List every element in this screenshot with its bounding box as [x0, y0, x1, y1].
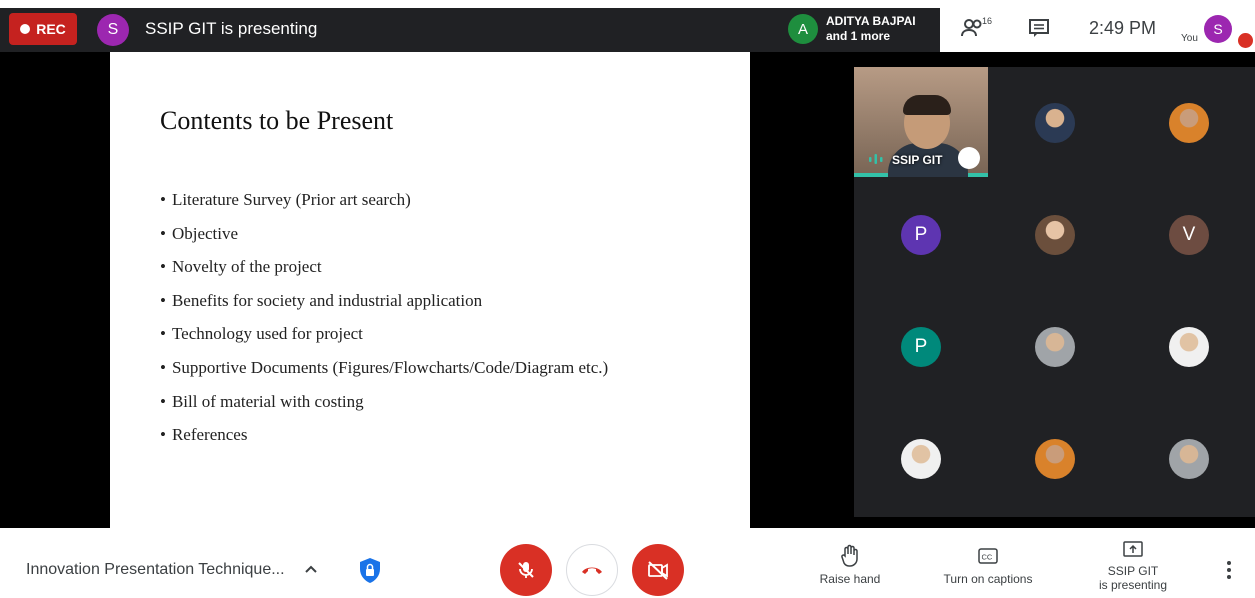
slide-bullet: Benefits for society and industrial appl… — [160, 289, 608, 323]
slide-bullet-list: Literature Survey (Prior art search) Obj… — [160, 188, 608, 457]
bottom-bar: Innovation Presentation Technique... Rai… — [0, 528, 1255, 598]
participant-photo — [1169, 327, 1209, 367]
participant-tile-featured[interactable]: SSIP GIT — [854, 67, 988, 179]
active-speaker-chip[interactable]: A ADITYA BAJPAI and 1 more — [782, 8, 940, 50]
speaker-more: and 1 more — [826, 29, 891, 43]
presenting-label-line2: is presenting — [1098, 578, 1168, 592]
slide-title: Contents to be Present — [160, 106, 394, 135]
participant-photo — [1035, 215, 1075, 255]
slide-bullet: Bill of material with costing — [160, 390, 608, 424]
chat-icon — [1029, 19, 1049, 37]
video-person-hair — [903, 95, 951, 115]
captions-button[interactable]: CC Turn on captions — [935, 544, 1041, 586]
slide-bullet: References — [160, 423, 608, 457]
presenting-label-line1: SSIP GIT — [1107, 564, 1159, 578]
speaker-avatar: A — [788, 14, 818, 44]
more-options-icon[interactable] — [1219, 558, 1239, 582]
participant-photo — [901, 439, 941, 479]
participant-photo — [1169, 103, 1209, 143]
featured-video: SSIP GIT — [854, 67, 988, 177]
camera-toggle-button[interactable] — [632, 544, 684, 596]
meet-window: REC S SSIP GIT is presenting A ADITYA BA… — [0, 0, 1255, 598]
participants-button[interactable]: 16 — [960, 16, 994, 40]
self-avatar[interactable]: S — [1204, 15, 1232, 43]
chat-button[interactable] — [1028, 17, 1050, 39]
featured-name: SSIP GIT — [892, 153, 943, 167]
hand-raised-icon — [958, 147, 980, 169]
mic-off-indicator-icon — [1238, 33, 1253, 48]
slide-bullet: Literature Survey (Prior art search) — [160, 188, 608, 222]
participant-tile[interactable] — [1122, 67, 1255, 179]
participant-tile[interactable] — [988, 179, 1122, 291]
hang-up-icon — [582, 567, 602, 574]
host-controls-shield-icon[interactable] — [358, 556, 382, 584]
people-icon: 16 — [961, 16, 992, 37]
speaker-name: ADITYA BAJPAI — [826, 14, 916, 28]
closed-captions-icon: CC — [978, 548, 998, 564]
present-screen-icon — [1123, 541, 1143, 557]
audio-level-icon — [869, 154, 883, 164]
participant-tile[interactable] — [988, 403, 1122, 515]
slide-bullet: Objective — [160, 222, 608, 256]
you-label: You — [1181, 33, 1198, 44]
mic-off-icon — [518, 562, 534, 578]
participant-tile[interactable]: P — [854, 179, 988, 291]
top-bar: REC S SSIP GIT is presenting A ADITYA BA… — [0, 0, 1255, 60]
slide-bullet: Novelty of the project — [160, 255, 608, 289]
clock: 2:49 PM — [1089, 18, 1157, 38]
participant-tile-grid: SSIP GIT P V P — [854, 67, 1255, 517]
recording-badge[interactable]: REC — [9, 13, 77, 45]
svg-text:CC: CC — [982, 553, 993, 562]
slide-bullet: Supportive Documents (Figures/Flowcharts… — [160, 356, 608, 390]
participant-tile[interactable] — [854, 403, 988, 515]
microphone-toggle-button[interactable] — [500, 544, 552, 596]
participant-photo — [1169, 439, 1209, 479]
speaker-text: ADITYA BAJPAI and 1 more — [826, 14, 916, 44]
leave-call-button[interactable] — [566, 544, 618, 596]
shared-slide: Contents to be Present Literature Survey… — [110, 52, 750, 528]
hand-icon — [841, 544, 858, 567]
presenting-status: SSIP GIT is presenting — [145, 19, 318, 38]
participant-initial-avatar: P — [901, 215, 941, 255]
participant-tile[interactable]: V — [1122, 179, 1255, 291]
participant-tile[interactable] — [1122, 291, 1255, 403]
present-now-button[interactable]: SSIP GIT is presenting — [1090, 540, 1176, 592]
participant-initial-avatar: P — [901, 327, 941, 367]
raise-hand-label: Raise hand — [819, 572, 881, 586]
participant-tile[interactable] — [1122, 403, 1255, 515]
recording-label: REC — [36, 21, 66, 37]
raise-hand-button[interactable]: Raise hand — [815, 544, 885, 586]
top-right-controls: 16 2:49 PM You S — [940, 0, 1255, 52]
participant-tile[interactable]: P — [854, 291, 988, 403]
presenter-avatar: S — [97, 14, 129, 46]
camera-off-icon — [648, 561, 668, 580]
participant-photo — [1035, 439, 1075, 479]
slide-bullet: Technology used for project — [160, 322, 608, 356]
recording-dot-icon — [20, 24, 31, 34]
chevron-up-icon[interactable] — [303, 561, 319, 577]
participant-initial-avatar: V — [1169, 215, 1209, 255]
participant-photo — [1035, 327, 1075, 367]
participant-tile[interactable] — [988, 67, 1122, 179]
participant-count: 16 — [982, 16, 992, 26]
participant-photo — [1035, 103, 1075, 143]
meeting-details-title[interactable]: Innovation Presentation Technique... — [26, 561, 285, 579]
presentation-stage: Contents to be Present Literature Survey… — [0, 52, 1255, 528]
captions-label: Turn on captions — [943, 572, 1033, 586]
participant-tile[interactable] — [988, 291, 1122, 403]
